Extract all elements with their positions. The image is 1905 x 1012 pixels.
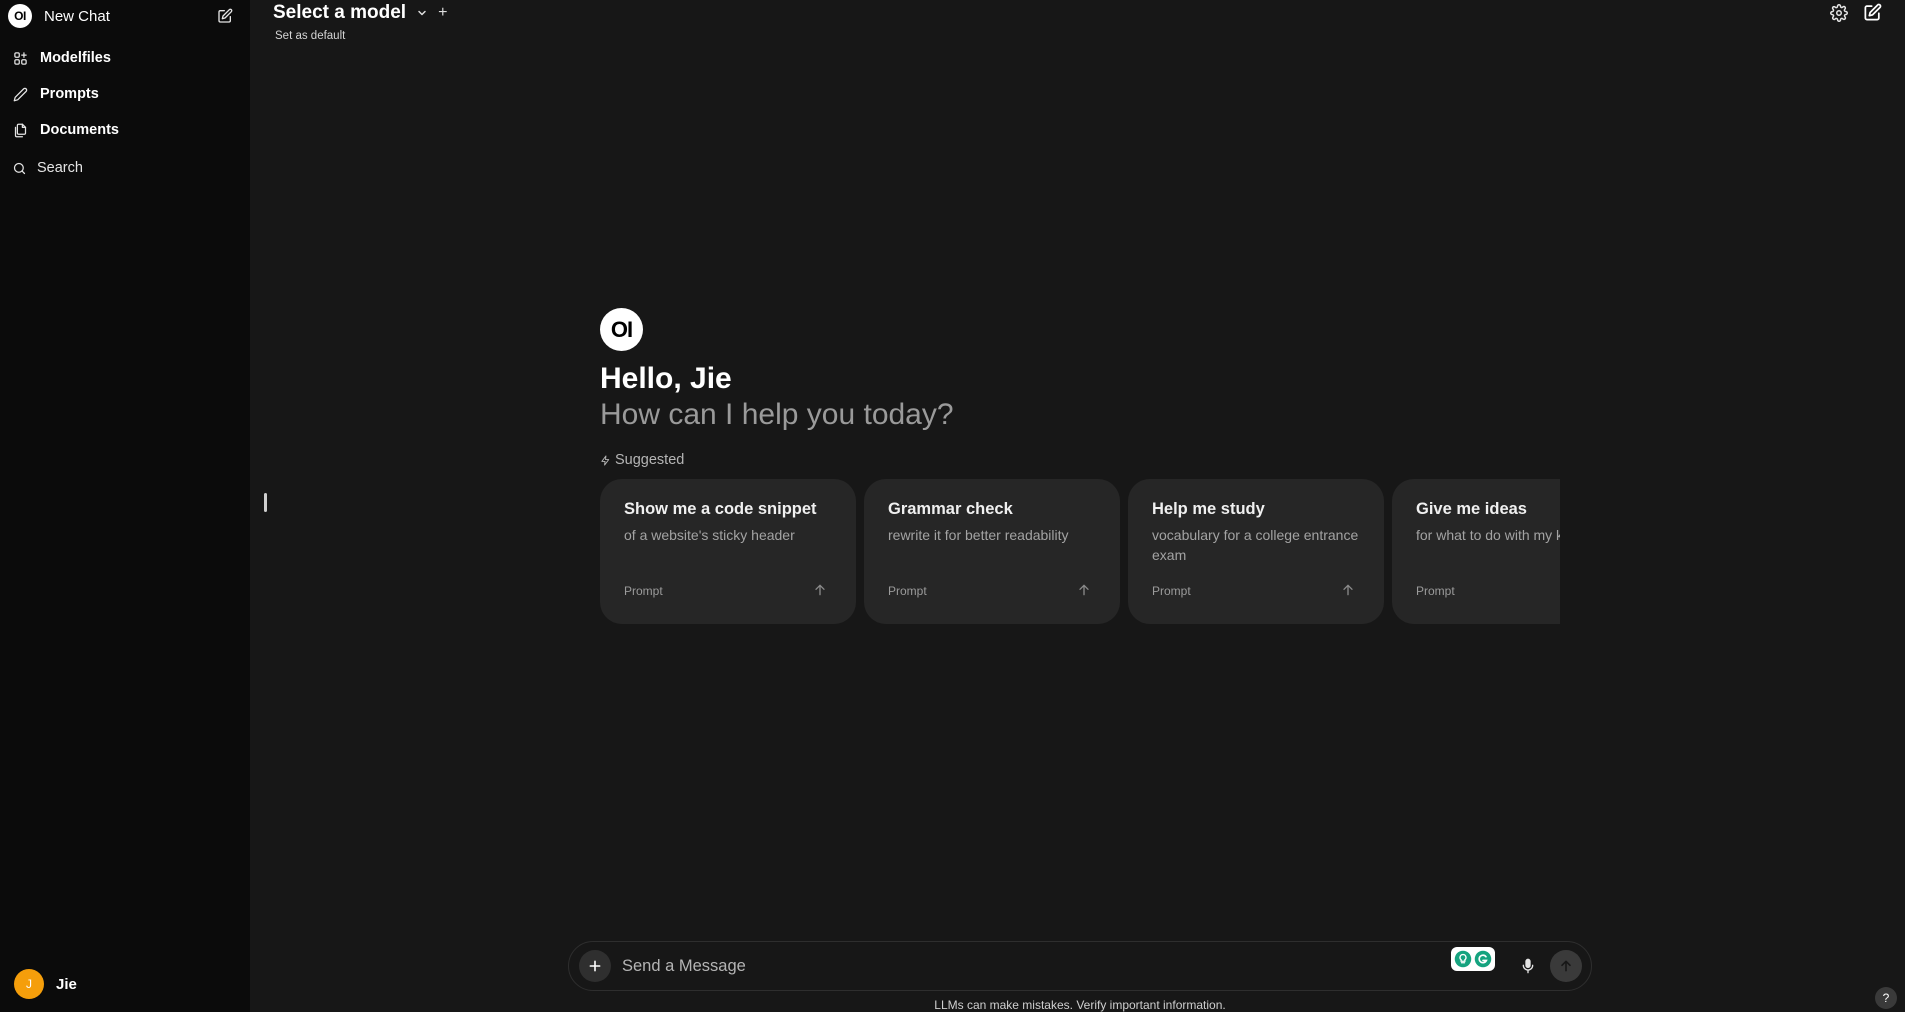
user-name: Jie [56,975,77,993]
sidebar-item-prompts[interactable]: Prompts [0,76,250,112]
arrow-up-icon [812,582,828,598]
send-button[interactable] [1550,950,1582,982]
add-model-button[interactable]: + [438,4,447,22]
card-footer: Prompt [1416,584,1455,598]
suggested-text: Suggested [615,452,685,468]
help-button[interactable]: ? [1875,987,1897,1009]
card-subtitle: for what to do with my kids' art [1416,527,1560,543]
modelfiles-icon [12,50,28,66]
extension-badge[interactable] [1451,947,1495,971]
app-logo: OI [8,4,32,28]
arrow-up-icon [1076,582,1092,598]
model-selector-label: Select a model [273,2,407,23]
greeting-title: Hello, Jie [600,362,732,395]
card-footer: Prompt [888,584,927,598]
card-footer: Prompt [624,584,663,598]
greeting-subtitle: How can I help you today? [600,398,954,431]
sidebar-item-label: Modelfiles [40,50,111,66]
sidebar-item-documents[interactable]: Documents [0,112,250,148]
card-title: Give me ideas [1416,500,1527,518]
sidebar-nav: Modelfiles Prompts Documents [0,40,250,148]
documents-icon [12,122,28,138]
card-subtitle: of a website's sticky header [624,527,795,543]
settings-icon[interactable] [1830,4,1850,24]
arrow-up-icon [1340,582,1356,598]
set-as-default-link[interactable]: Set as default [275,30,345,42]
suggestion-cards: Show me a code snippet of a website's st… [600,479,1560,624]
microphone-icon[interactable] [1520,956,1538,976]
card-title: Show me a code snippet [624,500,817,518]
plus-icon [589,960,601,972]
search-label: Search [37,160,83,176]
search-icon [11,160,27,176]
arrow-up-icon [1561,960,1571,972]
app-window: OI New Chat Modelfiles Prompts Documents… [0,0,1905,1012]
sidebar-item-label: Prompts [40,86,99,102]
user-menu[interactable]: J Jie [14,969,77,999]
card-footer: Prompt [1152,584,1191,598]
avatar: J [14,969,44,999]
card-title: Help me study [1152,500,1265,518]
bolt-icon [600,454,611,466]
card-title: Grammar check [888,500,1013,518]
lightbulb-icon [1454,950,1472,968]
model-selector[interactable]: Select a model + [273,1,447,25]
new-chat-icon[interactable] [1863,3,1883,23]
sidebar-item-label: Documents [40,122,119,138]
sidebar: OI New Chat Modelfiles Prompts Documents… [0,0,250,1012]
sidebar-search[interactable]: Search [0,156,250,180]
grammarly-icon [1474,950,1492,968]
message-input[interactable] [622,954,1322,978]
sidebar-new-chat[interactable]: OI New Chat [8,2,234,30]
card-subtitle: vocabulary for a college entrance exam [1152,527,1359,563]
suggestion-card[interactable]: Give me ideas for what to do with my kid… [1392,479,1560,624]
sidebar-item-modelfiles[interactable]: Modelfiles [0,40,250,76]
attach-button[interactable] [579,950,611,982]
suggestion-card[interactable]: Grammar check rewrite it for better read… [864,479,1120,624]
message-composer [568,941,1592,991]
new-chat-label: New Chat [44,7,110,25]
edit-icon[interactable] [216,7,234,25]
suggestion-card[interactable]: Help me study vocabulary for a college e… [1128,479,1384,624]
model-logo: OI [600,308,643,351]
suggestion-card[interactable]: Show me a code snippet of a website's st… [600,479,856,624]
card-subtitle: rewrite it for better readability [888,527,1069,543]
suggested-label: Suggested [600,452,684,468]
sidebar-resize-handle[interactable] [264,493,267,512]
disclaimer-text: LLMs can make mistakes. Verify important… [934,998,1226,1012]
chevron-down-icon[interactable] [416,7,428,19]
pencil-icon [12,86,28,102]
